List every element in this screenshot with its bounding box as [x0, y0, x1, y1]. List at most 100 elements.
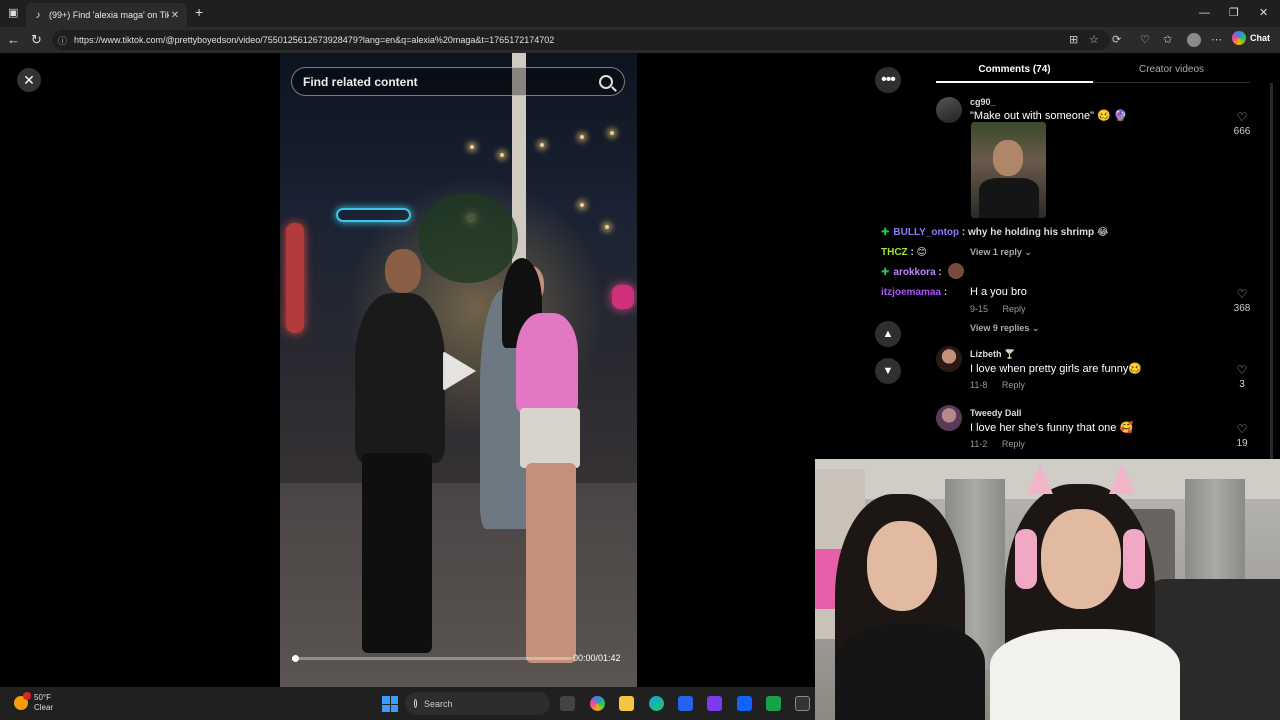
comment-text: "Make out with someone" 🥴 🔮 — [970, 110, 1128, 122]
comment-image[interactable] — [971, 122, 1046, 218]
app-available-icon[interactable]: ⊞ — [1069, 33, 1078, 47]
profile-avatar-icon[interactable] — [1187, 33, 1201, 47]
favorite-star-icon[interactable]: ☆ — [1089, 33, 1099, 47]
chat-badge-icon: ✚ — [881, 227, 890, 238]
chat-badge-icon: ✚ — [881, 267, 890, 278]
ellipsis-icon: ••• — [881, 71, 896, 88]
heart-icon: ♡ — [1236, 287, 1248, 301]
tab-comments[interactable]: Comments (74) — [936, 59, 1093, 83]
previous-video-button[interactable]: ▲ — [875, 321, 901, 347]
more-options-button[interactable]: ••• — [875, 67, 901, 93]
back-icon[interactable]: ← — [7, 32, 20, 48]
maximize-icon[interactable]: ❐ — [1229, 5, 1239, 21]
weather-condition: Clear — [34, 703, 54, 712]
close-window-icon[interactable]: ✕ — [1259, 5, 1268, 21]
like-count: 368 — [1233, 303, 1251, 314]
copilot-app-icon[interactable] — [590, 696, 605, 711]
comment-date: 11-8 — [970, 380, 988, 390]
like-button[interactable]: ♡ 3 — [1232, 364, 1252, 390]
like-button[interactable]: ♡ 666 — [1232, 111, 1252, 137]
chat-text: : — [938, 267, 942, 278]
avatar[interactable] — [936, 346, 962, 372]
weather-widget[interactable]: 50°F Clear — [14, 692, 54, 713]
comment-item: cg90_ "Make out with someone" 🥴 🔮 ♡ 666 … — [936, 97, 1256, 257]
tab-actions-icon[interactable]: ▣ — [8, 5, 18, 21]
play-icon[interactable] — [443, 351, 476, 391]
refresh-icon[interactable]: ↻ — [31, 32, 42, 48]
heart-icon: ♡ — [1236, 110, 1248, 124]
avatar[interactable] — [936, 405, 962, 431]
favorites-icon[interactable]: ✩ — [1163, 33, 1172, 47]
next-video-button[interactable]: ▼ — [875, 358, 901, 384]
like-count: 3 — [1239, 379, 1245, 390]
view-replies-link[interactable]: View 9 replies ⌄ — [970, 323, 1039, 334]
browser-tab[interactable]: ♪ (99+) Find 'alexia maga' on TikTok ✕ — [26, 3, 187, 27]
progress-handle[interactable] — [292, 655, 299, 662]
app-icon[interactable] — [707, 696, 722, 711]
chevron-down-icon: ▼ — [882, 365, 894, 377]
tab-creator-videos[interactable]: Creator videos — [1093, 59, 1250, 83]
reply-button[interactable]: Reply — [1002, 439, 1025, 449]
chat-username: BULLY_ontop — [893, 227, 960, 238]
chat-username: THCZ — [881, 247, 908, 258]
find-related-search[interactable] — [291, 67, 625, 96]
start-button[interactable] — [382, 696, 398, 712]
store-icon[interactable] — [678, 696, 693, 711]
avatar[interactable] — [936, 97, 962, 123]
copilot-label: Chat — [1250, 33, 1270, 43]
taskbar-search[interactable] — [405, 692, 550, 715]
weather-temp: 50°F — [34, 693, 51, 702]
comment-meta: 11-2 Reply — [970, 439, 1025, 449]
chat-message: itzjoemamaa : — [881, 287, 947, 298]
video-player[interactable]: 00:00/01:42 — [280, 53, 637, 687]
extensions-icon[interactable]: ⟳ — [1112, 33, 1121, 47]
new-tab-icon[interactable]: + — [195, 4, 203, 20]
comment-username[interactable]: Lizbeth 🍸 — [970, 349, 1015, 360]
avatar[interactable] — [948, 263, 964, 279]
reply-button[interactable]: Reply — [1002, 380, 1025, 390]
tiktok-favicon-icon: ♪ — [35, 9, 41, 21]
like-button[interactable]: ♡ 368 — [1232, 288, 1252, 314]
close-video-button[interactable]: ✕ — [17, 68, 41, 92]
chat-message: ✚ arokkora : — [881, 267, 942, 278]
nvidia-icon[interactable] — [766, 696, 781, 711]
search-icon — [414, 699, 417, 708]
settings-more-icon[interactable]: ⋯ — [1211, 33, 1222, 47]
comment-meta: 11-8 Reply — [970, 380, 1025, 390]
minimize-icon[interactable]: — — [1199, 5, 1210, 21]
file-explorer-icon[interactable] — [619, 696, 634, 711]
taskbar-search-input[interactable] — [424, 698, 541, 709]
heart-icon: ♡ — [1236, 363, 1248, 377]
site-info-icon[interactable]: ⓘ — [58, 34, 68, 47]
copilot-icon — [1232, 31, 1246, 45]
tab-close-icon[interactable]: ✕ — [169, 10, 181, 21]
chat-text: : 😊 — [910, 247, 927, 258]
comment-text: I love when pretty girls are funny🥴 — [970, 363, 1143, 375]
reply-button[interactable]: Reply — [1003, 304, 1026, 314]
view-replies-link[interactable]: View 1 reply ⌄ — [970, 247, 1032, 258]
close-icon: ✕ — [23, 71, 35, 88]
outlook-icon[interactable] — [737, 696, 752, 711]
related-search-input[interactable] — [303, 74, 599, 89]
like-count: 666 — [1233, 126, 1251, 137]
tab-title: (99+) Find 'alexia maga' on TikTok — [49, 10, 169, 20]
comment-username[interactable]: Tweedy Dall — [970, 408, 1021, 418]
comment-text: I love her she's funny that one 🥰 — [970, 422, 1134, 434]
comment-username[interactable]: cg90_ — [970, 97, 996, 107]
url-field[interactable]: ⓘ https://www.tiktok.com/@prettyboyedson… — [52, 30, 1110, 50]
like-count: 19 — [1236, 438, 1248, 449]
browser-titlebar: ▣ ♪ (99+) Find 'alexia maga' on TikTok ✕… — [0, 0, 1280, 27]
weather-icon — [14, 692, 31, 710]
webcam-overlay — [815, 459, 1280, 720]
copilot-button[interactable]: Chat — [1232, 31, 1270, 45]
comments-scrollbar[interactable] — [1270, 83, 1273, 463]
epic-games-icon[interactable] — [795, 696, 810, 711]
task-view-icon[interactable] — [560, 696, 575, 711]
chevron-up-icon: ▲ — [882, 328, 894, 340]
search-icon[interactable] — [599, 74, 613, 89]
video-progress-bar[interactable] — [292, 655, 572, 662]
browser-essentials-icon[interactable]: ♡ — [1140, 33, 1150, 47]
chat-username: arokkora — [893, 267, 936, 278]
edge-icon[interactable] — [649, 696, 664, 711]
like-button[interactable]: ♡ 19 — [1232, 423, 1252, 449]
